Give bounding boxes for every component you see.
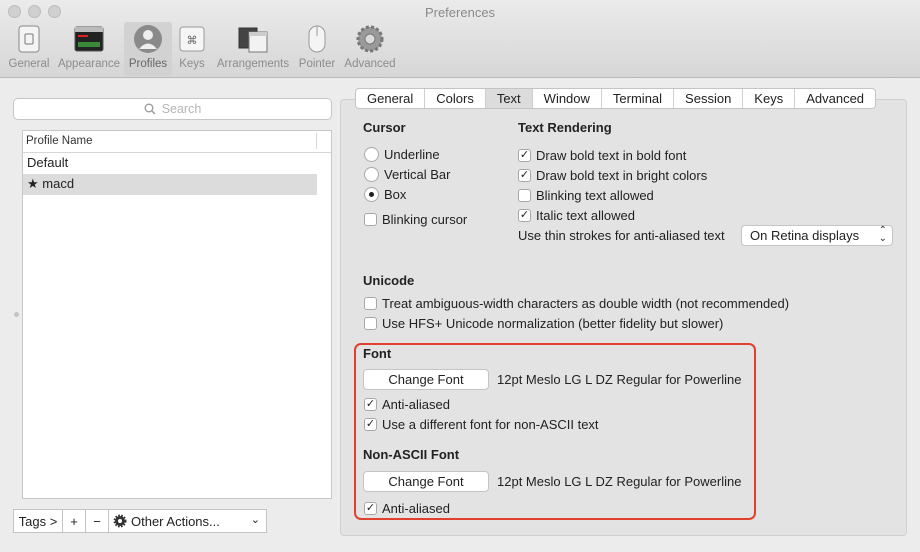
split-view-handle[interactable] <box>14 312 19 317</box>
svg-text:⌘: ⌘ <box>187 34 198 47</box>
search-icon <box>144 103 156 115</box>
hfs-normalization-checkbox[interactable]: Use HFS+ Unicode normalization (better f… <box>364 316 723 331</box>
italic-text-checkbox[interactable]: ✓ Italic text allowed <box>518 208 635 223</box>
preferences-window: Preferences General Appearance Profiles … <box>0 0 920 552</box>
cursor-vertical-bar-radio[interactable]: Vertical Bar <box>364 167 450 182</box>
appearance-icon <box>73 24 105 54</box>
font-section-highlight <box>354 343 756 520</box>
cursor-box-radio[interactable]: Box <box>364 187 406 202</box>
tab-advanced[interactable]: Advanced <box>795 89 875 108</box>
other-actions-menu[interactable]: Other Actions... ⌄ <box>109 509 267 533</box>
profile-tabs: General Colors Text Window Terminal Sess… <box>355 88 877 109</box>
bold-font-checkbox[interactable]: ✓ Draw bold text in bold font <box>518 148 686 163</box>
tab-terminal[interactable]: Terminal <box>602 89 675 108</box>
search-placeholder: Search <box>161 102 202 116</box>
unicode-heading: Unicode <box>363 273 415 288</box>
profiles-icon <box>132 24 164 54</box>
tags-button[interactable]: Tags > <box>13 509 63 533</box>
cursor-underline-radio[interactable]: Underline <box>364 147 440 162</box>
toolbar-keys[interactable]: ⌘ Keys <box>174 24 210 76</box>
profile-list: Profile Name Default ★ macd <box>22 130 332 499</box>
gear-icon <box>354 24 386 54</box>
bright-colors-checkbox[interactable]: ✓ Draw bold text in bright colors <box>518 168 707 183</box>
profile-actions-bar: Tags > + − Other Actions... ⌄ <box>13 509 267 533</box>
tab-general[interactable]: General <box>356 89 426 108</box>
toolbar-profiles[interactable]: Profiles <box>124 22 172 76</box>
profile-list-header[interactable]: Profile Name <box>23 131 331 153</box>
text-rendering-heading: Text Rendering <box>518 120 612 135</box>
blinking-cursor-checkbox[interactable]: Blinking cursor <box>364 212 467 227</box>
tab-text[interactable]: Text <box>485 89 533 108</box>
blinking-text-checkbox[interactable]: Blinking text allowed <box>518 188 654 203</box>
add-profile-button[interactable]: + <box>63 509 86 533</box>
profile-row-macd[interactable]: ★ macd <box>23 174 317 195</box>
stepper-arrows-icon: ⌃ ⌄ <box>878 225 887 244</box>
toolbar-general[interactable]: General <box>6 24 52 76</box>
chevron-down-icon: ⌄ <box>250 514 260 526</box>
toolbar-appearance[interactable]: Appearance <box>56 24 122 76</box>
toolbar: Preferences General Appearance Profiles … <box>0 0 920 78</box>
ambiguous-width-checkbox[interactable]: Treat ambiguous-width characters as doub… <box>364 296 789 311</box>
toolbar-pointer[interactable]: Pointer <box>296 24 338 76</box>
thin-strokes-select[interactable]: On Retina displays ⌃ ⌄ <box>741 225 893 246</box>
arrangements-icon <box>237 24 269 54</box>
thin-strokes-label: Use thin strokes for anti-aliased text <box>518 228 725 243</box>
window-title: Preferences <box>424 5 496 20</box>
column-separator <box>316 133 317 149</box>
keys-icon: ⌘ <box>176 24 208 54</box>
tab-session[interactable]: Session <box>674 89 744 108</box>
pointer-icon <box>301 24 333 54</box>
profile-row-default[interactable]: Default <box>23 153 317 174</box>
tab-window[interactable]: Window <box>533 89 602 108</box>
profile-search-input[interactable]: Search <box>13 98 332 120</box>
cursor-heading: Cursor <box>363 120 406 135</box>
gear-icon <box>113 514 127 528</box>
remove-profile-button[interactable]: − <box>86 509 109 533</box>
toolbar-advanced[interactable]: Advanced <box>342 24 398 76</box>
tab-colors[interactable]: Colors <box>425 89 486 108</box>
toolbar-arrangements[interactable]: Arrangements <box>214 24 292 76</box>
general-icon <box>13 24 45 54</box>
tab-keys[interactable]: Keys <box>743 89 796 108</box>
